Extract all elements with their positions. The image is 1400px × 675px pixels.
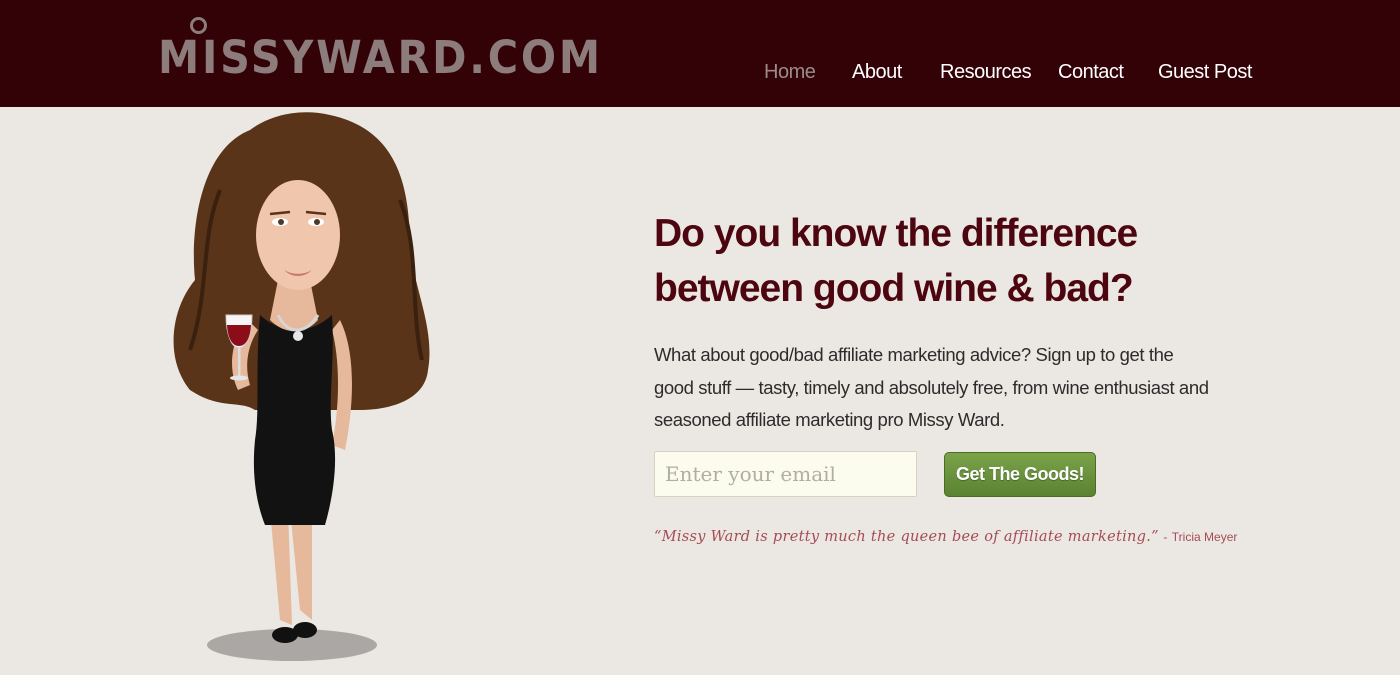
hero-description: What about good/bad affiliate marketing …	[654, 344, 1209, 430]
nav-contact[interactable]: Contact	[1058, 56, 1124, 88]
headline-line-1: Do you know the difference	[654, 212, 1138, 255]
quote-author: Tricia Meyer	[1171, 530, 1238, 544]
nav-home[interactable]: Home	[764, 56, 816, 88]
hero-headline: Do you know the difference between good …	[654, 206, 1214, 316]
nav-guest-post[interactable]: Guest Post	[1158, 56, 1252, 88]
nav-about[interactable]: About	[852, 56, 902, 88]
headline-line-2: between good wine & bad?	[654, 267, 1134, 310]
nav-resources[interactable]: Resources	[940, 56, 1032, 88]
site-header: MISSYWARD.COM Home About Resources Conta…	[0, 0, 1400, 107]
get-the-goods-button[interactable]: Get The Goods!	[944, 452, 1096, 497]
caricature-image	[173, 112, 430, 661]
email-input[interactable]	[654, 451, 917, 497]
quote-separator: -	[1163, 530, 1168, 544]
main-nav: Home About Resources Contact Guest Post	[0, 56, 1400, 88]
caricature-illustration	[160, 110, 440, 670]
quote-text: “Missy Ward is pretty much the queen bee…	[654, 529, 1159, 545]
testimonial-quote: “Missy Ward is pretty much the queen bee…	[654, 528, 1354, 546]
